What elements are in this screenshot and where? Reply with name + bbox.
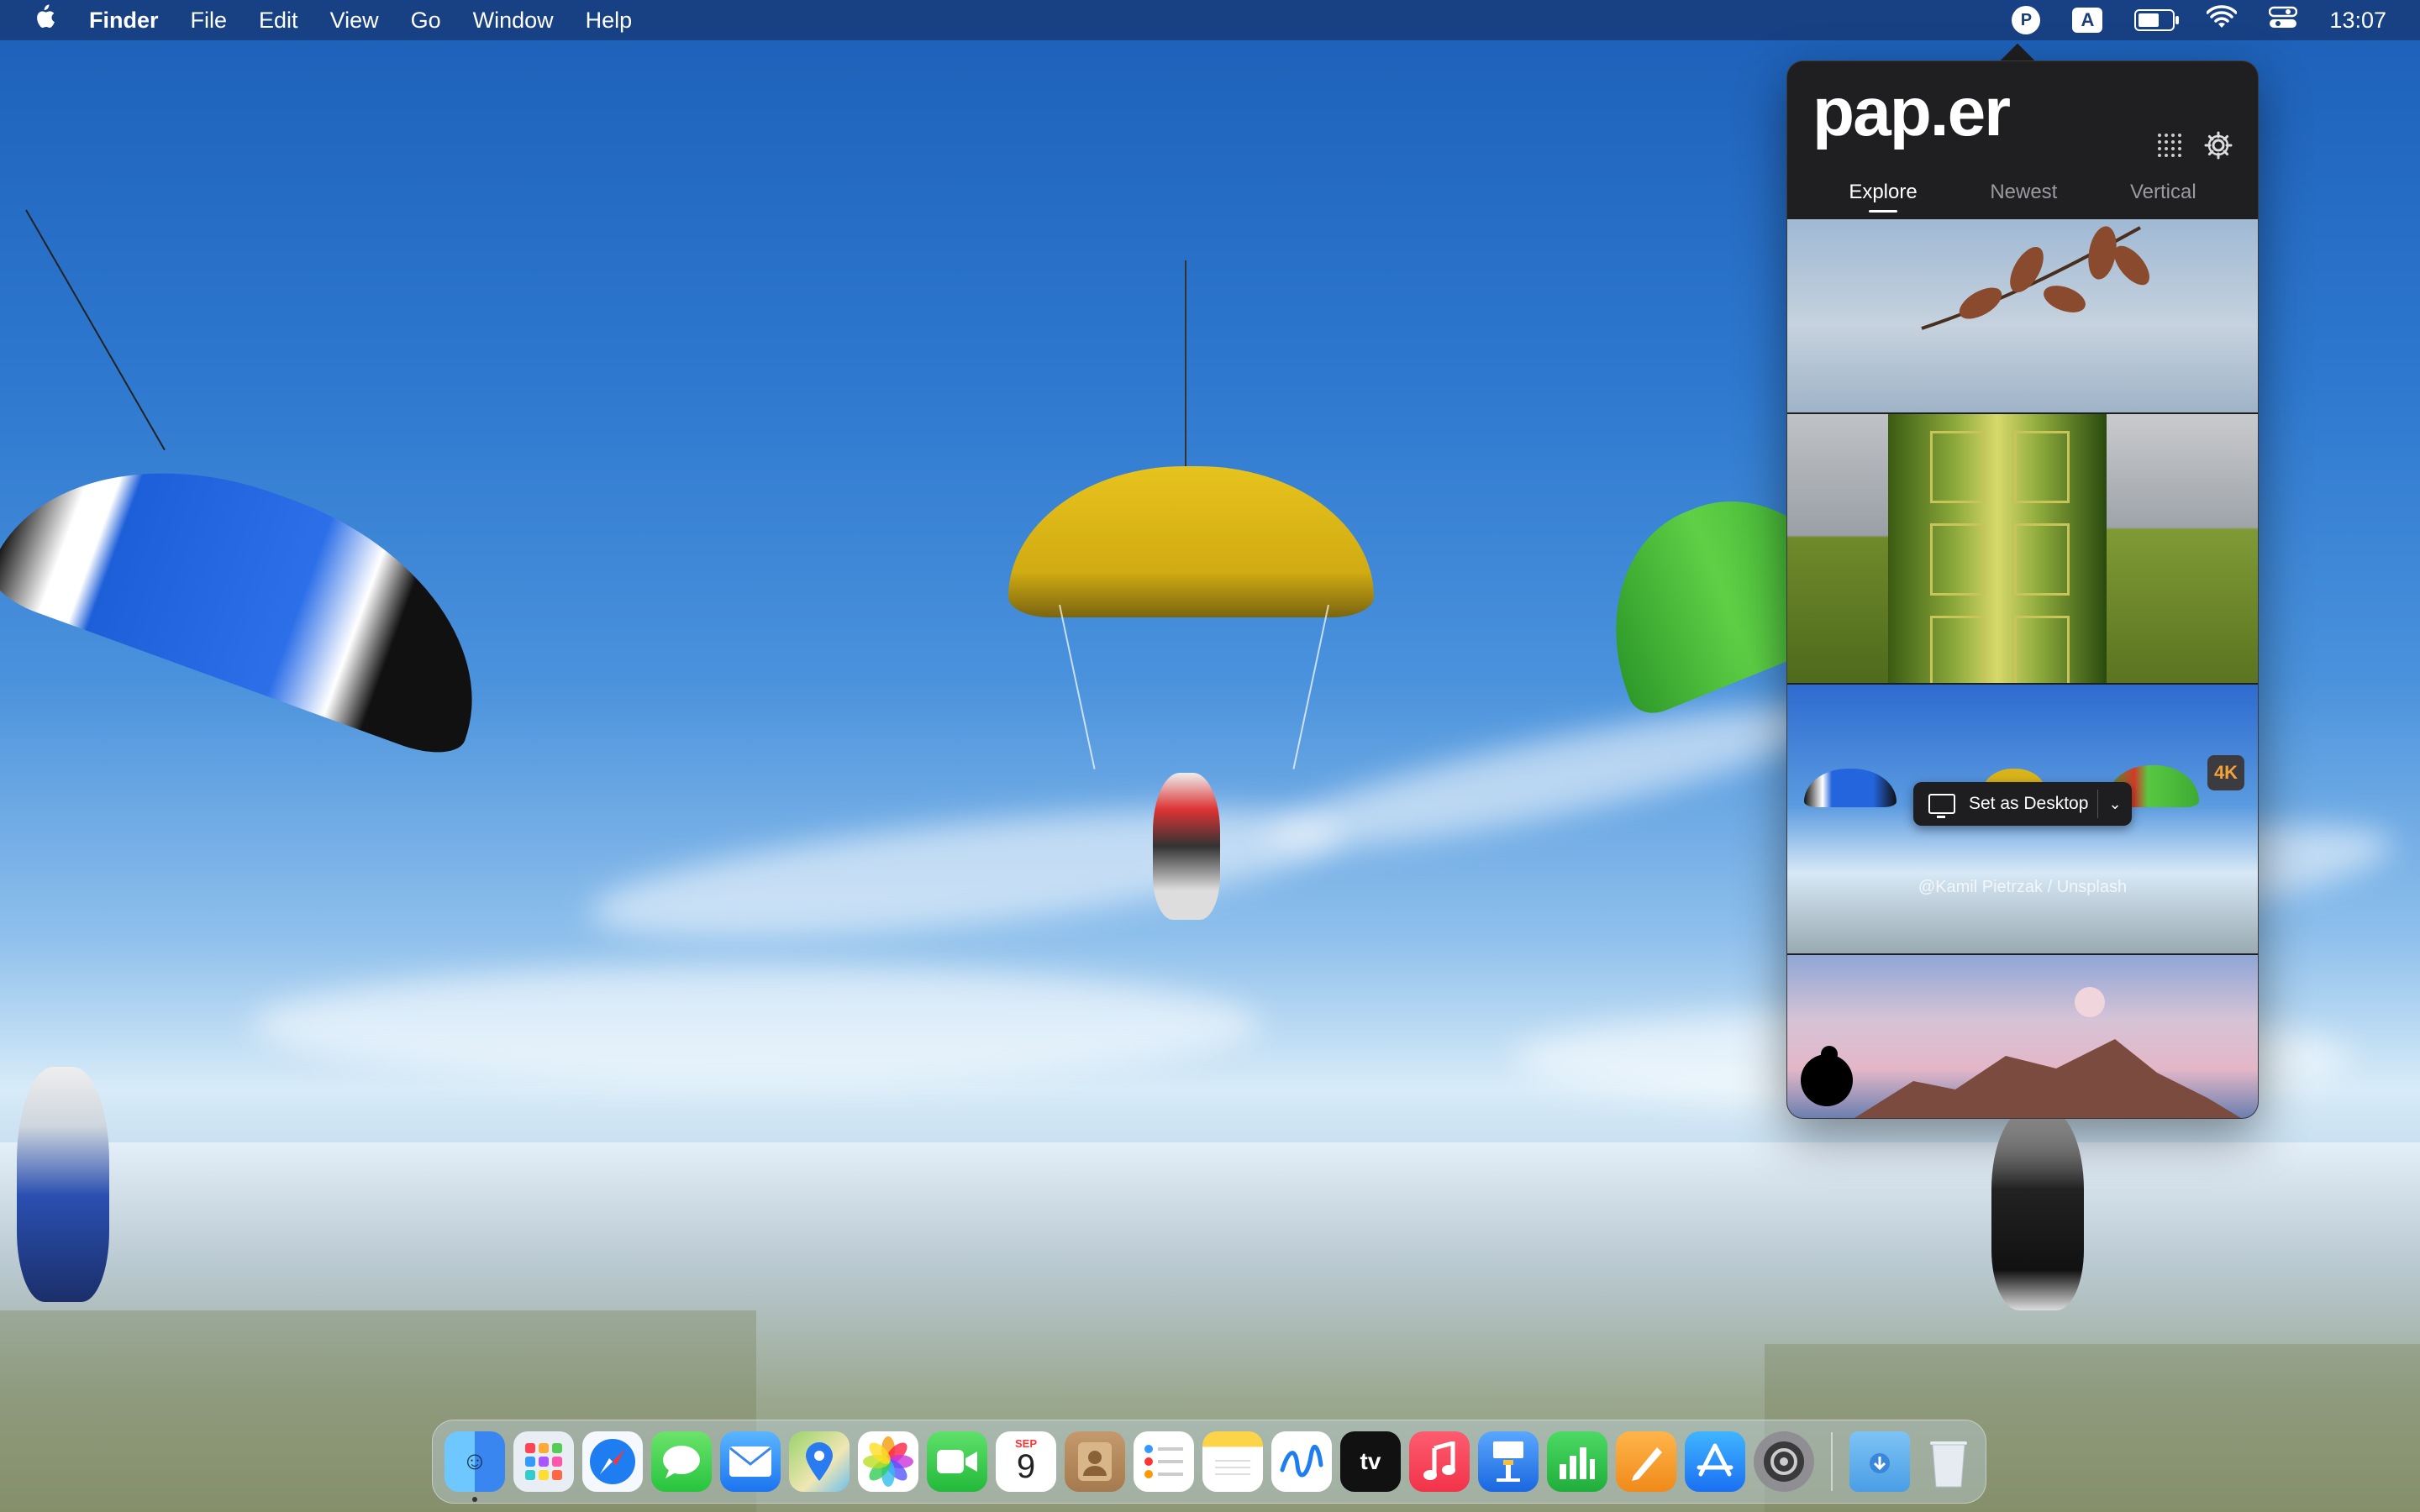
person-icon — [1078, 1442, 1112, 1481]
wallpaper-thumbnail-mountains[interactable] — [1787, 955, 2258, 1118]
dock-photos[interactable] — [858, 1431, 918, 1492]
dock-app-store[interactable] — [1685, 1431, 1745, 1492]
dock-messages[interactable] — [651, 1431, 712, 1492]
popover-tabs: Explore Newest Vertical — [1787, 181, 2258, 213]
apple-menu-icon[interactable] — [32, 3, 57, 37]
bar-chart-icon — [1560, 1447, 1595, 1479]
dock-freeform[interactable] — [1271, 1431, 1332, 1492]
chevron-down-icon[interactable]: ⌄ — [2098, 795, 2132, 813]
tab-newest[interactable]: Newest — [1990, 181, 2057, 213]
skydiver-right — [1991, 1109, 2084, 1310]
gear-icon[interactable] — [2202, 129, 2235, 162]
menu-bar: Finder File Edit View Go Window Help P A… — [0, 0, 2420, 40]
dock-keynote[interactable] — [1478, 1431, 1539, 1492]
list-icon — [1144, 1445, 1183, 1478]
dock-music[interactable] — [1409, 1431, 1470, 1492]
wallpaper-thumbnail-leaves[interactable] — [1787, 219, 2258, 412]
dock-pages[interactable] — [1616, 1431, 1676, 1492]
menu-help[interactable]: Help — [586, 8, 633, 34]
flower-icon — [863, 1436, 913, 1487]
menu-window[interactable]: Window — [473, 8, 554, 34]
dock-system-settings[interactable] — [1754, 1431, 1814, 1492]
dock-tv[interactable]: tv — [1340, 1431, 1401, 1492]
dock-calendar[interactable]: SEP 9 — [996, 1431, 1056, 1492]
dock-contacts[interactable] — [1065, 1431, 1125, 1492]
menu-file[interactable]: File — [191, 8, 228, 34]
video-camera-icon — [937, 1450, 977, 1473]
loading-indicator — [1801, 1046, 1853, 1106]
dock-reminders[interactable] — [1134, 1431, 1194, 1492]
monitor-icon — [1928, 794, 1955, 818]
pen-icon — [1632, 1447, 1662, 1481]
launchpad-icon — [525, 1443, 562, 1480]
trash-icon — [1930, 1441, 1967, 1488]
scribble-icon — [1280, 1445, 1323, 1478]
menu-go[interactable]: Go — [411, 8, 441, 34]
compass-icon — [590, 1439, 635, 1484]
control-center-icon[interactable] — [2269, 6, 2298, 35]
download-folder-icon — [1870, 1453, 1890, 1473]
gear-icon — [1764, 1441, 1804, 1482]
paper-logo: pap.er — [1812, 74, 2011, 150]
dock-trash[interactable] — [1918, 1431, 1979, 1492]
dock-facetime[interactable] — [927, 1431, 987, 1492]
app-store-icon — [1697, 1443, 1733, 1477]
apple-tv-label: tv — [1360, 1448, 1381, 1474]
blue-parachute — [0, 411, 523, 765]
dock-safari[interactable] — [582, 1431, 643, 1492]
dock-numbers[interactable] — [1547, 1431, 1607, 1492]
menu-view[interactable]: View — [330, 8, 379, 34]
dock-separator — [1831, 1432, 1833, 1491]
resolution-4k-badge: 4K — [2207, 755, 2244, 790]
dock-notes[interactable] — [1202, 1431, 1263, 1492]
tab-vertical[interactable]: Vertical — [2130, 181, 2196, 213]
podium-icon — [1493, 1441, 1523, 1482]
battery-icon[interactable] — [2134, 9, 2180, 31]
finder-icon: ☺ — [461, 1447, 488, 1475]
dock-launchpad[interactable] — [513, 1431, 574, 1492]
photo-credit[interactable]: @Kamil Pietrzak / Unsplash — [1787, 878, 2258, 897]
wifi-icon[interactable] — [2206, 4, 2238, 36]
music-note-icon — [1423, 1441, 1455, 1480]
menu-app-name[interactable]: Finder — [89, 8, 159, 34]
wallpaper-thumbnail-green-door[interactable] — [1787, 414, 2258, 683]
paper-popover: pap.er Explore Newest Vertical 4K Set as… — [1786, 60, 2259, 1119]
yellow-parachute — [1008, 466, 1374, 617]
paper-menu-extra-icon[interactable]: P — [2012, 6, 2041, 34]
input-source-icon[interactable]: A — [2072, 8, 2103, 33]
tab-explore[interactable]: Explore — [1849, 181, 1917, 213]
set-as-desktop-button[interactable]: Set as Desktop ⌄ — [1913, 782, 2132, 826]
set-as-desktop-label: Set as Desktop — [1969, 794, 2089, 813]
dock-finder[interactable]: ☺ — [445, 1431, 505, 1502]
grid-dots-icon[interactable] — [2153, 129, 2186, 162]
popover-header: pap.er Explore Newest Vertical — [1787, 61, 2258, 219]
menu-clock[interactable]: 13:07 — [2329, 8, 2386, 34]
map-pin-icon — [806, 1442, 833, 1481]
calendar-day: 9 — [1016, 1447, 1036, 1485]
dock-maps[interactable] — [789, 1431, 850, 1492]
envelope-icon — [729, 1446, 771, 1477]
dock: ☺ SEP 9 tv — [432, 1420, 1986, 1504]
skydiver-center — [1153, 773, 1220, 920]
notepad-icon — [1215, 1460, 1250, 1475]
dock-downloads[interactable] — [1849, 1431, 1910, 1492]
menu-edit[interactable]: Edit — [259, 8, 298, 34]
dock-mail[interactable] — [720, 1431, 781, 1492]
skydiver-left — [17, 1067, 109, 1302]
chat-bubble-icon — [663, 1446, 700, 1478]
